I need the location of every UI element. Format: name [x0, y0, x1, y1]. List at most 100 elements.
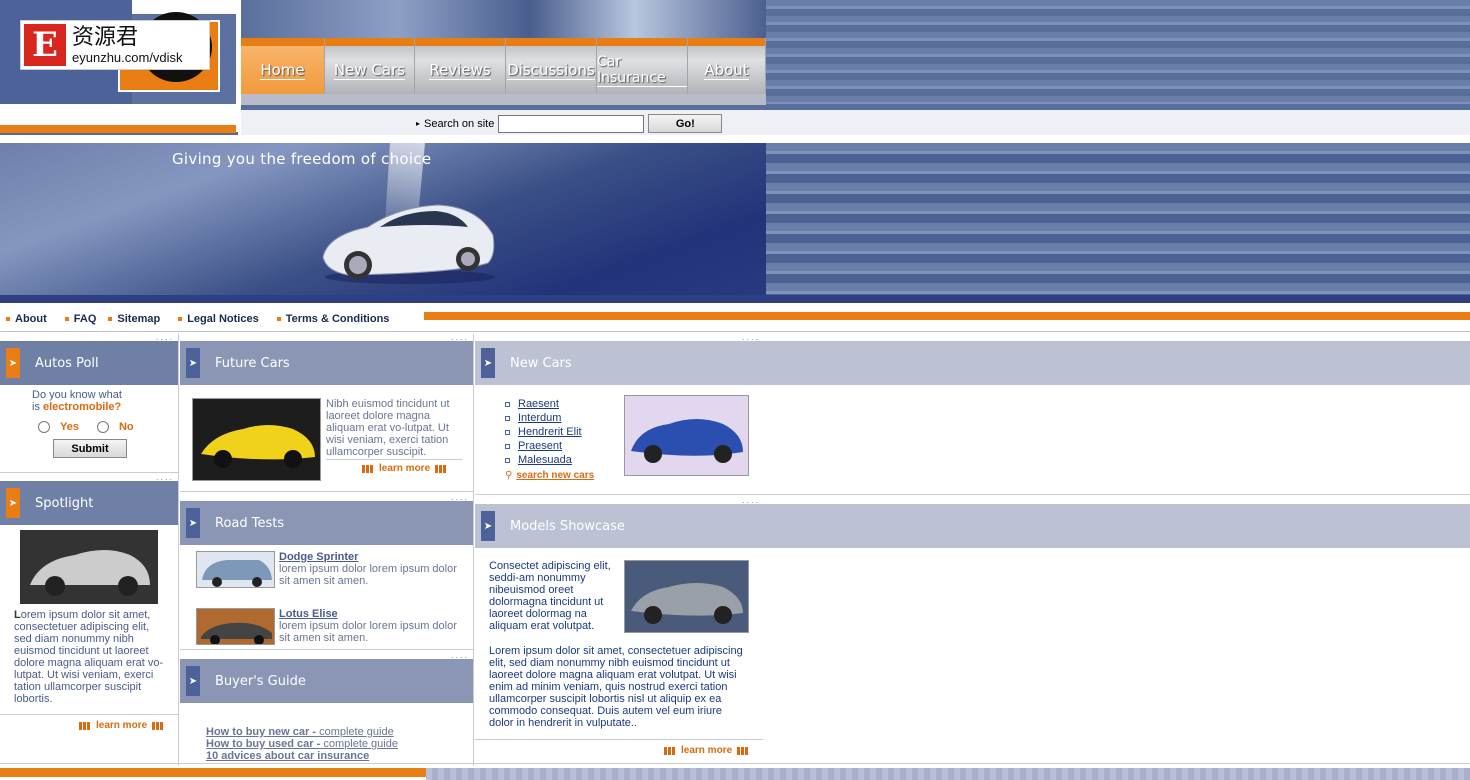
road-test-link-dodge[interactable]: Dodge Sprinter	[279, 551, 461, 563]
search-input[interactable]	[498, 114, 645, 133]
arrow-right-icon: ➤	[186, 666, 200, 696]
watermark-url: eyunzhu.com/vdisk	[72, 49, 183, 65]
banner-stripes	[766, 143, 1470, 295]
square-bullet-icon	[505, 415, 510, 421]
poll-no-radio[interactable]	[96, 421, 109, 433]
nav-discussions[interactable]: Discussions	[506, 38, 597, 94]
new-cars-panel: .... ➤ New Cars Raesent Interdum Hendrer…	[475, 333, 1470, 483]
models-panel: .... ➤ Models Showcase Consectet adipisc…	[475, 496, 1470, 729]
spotlight-learn-more[interactable]: learn more	[79, 720, 165, 731]
future-cars-header: ➤ Future Cars	[180, 341, 473, 385]
spotlight-car-image	[20, 530, 158, 604]
square-bullet-icon	[505, 457, 510, 463]
new-car-link[interactable]: Praesent	[518, 439, 562, 453]
header-car-image	[241, 0, 766, 38]
subnav-terms-label: Terms & Conditions	[285, 313, 390, 325]
guide-link-new-car[interactable]: How to buy new car - complete guide	[206, 726, 473, 738]
new-car-link[interactable]: Malesuada	[518, 453, 572, 467]
search-new-cars-link[interactable]: ⚲ search new cars	[505, 469, 624, 483]
search-icon: ⚲	[505, 470, 513, 481]
nav-reviews[interactable]: Reviews	[415, 38, 506, 94]
nav-car-insurance[interactable]: Car Insurance	[597, 38, 688, 94]
search-form: ▸ Search on site Go!	[416, 114, 723, 133]
new-car-link[interactable]: Hendrerit Elit	[518, 425, 582, 439]
divider	[0, 331, 1470, 332]
grid-icon	[737, 746, 750, 755]
future-car-image	[192, 398, 321, 481]
square-bullet-icon	[505, 429, 510, 435]
road-test-text: lorem ipsum dolor lorem ipsum dolor sit …	[279, 563, 457, 587]
road-test-link-lotus[interactable]: Lotus Elise	[279, 608, 461, 620]
spotlight-title: Spotlight	[35, 495, 94, 511]
arrow-right-icon: ➤	[186, 348, 200, 378]
spotlight-initial: L	[14, 609, 21, 621]
divider	[180, 649, 473, 650]
models-title: Models Showcase	[510, 518, 625, 534]
models-intro-text: Consectet adipiscing elit, seddi-am nonu…	[489, 560, 611, 632]
spotlight-text: Lorem ipsum dolor sit amet, consectetuer…	[0, 604, 178, 705]
poll-yes-label: Yes	[60, 421, 79, 433]
search-go-button[interactable]: Go!	[648, 114, 723, 133]
nav-about[interactable]: About	[688, 38, 766, 94]
banner-tagline: Giving you the freedom of choice	[172, 150, 432, 168]
grid-icon	[664, 746, 676, 755]
guide-link-new-car-title: How to buy new car -	[206, 726, 320, 738]
column-divider	[178, 334, 179, 766]
new-cars-header: ➤ New Cars	[475, 341, 1470, 385]
secondary-nav: About FAQ Sitemap Legal Notices Terms & …	[6, 313, 389, 325]
nav-reviews-label: Reviews	[429, 60, 491, 80]
grid-icon	[152, 721, 165, 730]
nav-new-cars-label: New Cars	[333, 60, 406, 80]
arrow-right-icon: ➤	[186, 508, 200, 538]
poll-question-line1: Do you know what	[32, 389, 122, 401]
guide-link-insurance[interactable]: 10 advices about car insurance	[206, 750, 473, 762]
new-car-link[interactable]: Raesent	[518, 397, 559, 411]
subnav-legal-notices[interactable]: Legal Notices	[178, 313, 259, 325]
subnav-faq[interactable]: FAQ	[64, 313, 96, 325]
poll-header: ➤ Autos Poll	[0, 341, 178, 385]
spotlight-header: ➤ Spotlight	[0, 481, 178, 525]
buyers-guide-links: How to buy new car - complete guide How …	[180, 703, 473, 762]
nav-car-insurance-label: Car Insurance	[597, 54, 687, 87]
models-learn-more[interactable]: learn more	[664, 745, 750, 756]
new-cars-list: Raesent Interdum Hendrerit Elit Praesent…	[505, 397, 624, 483]
footer-stripes	[426, 768, 1470, 780]
square-bullet-icon	[505, 443, 510, 449]
nav-home[interactable]: Home	[241, 38, 325, 94]
poll-yes-radio[interactable]	[38, 421, 50, 433]
guide-link-used-car[interactable]: How to buy used car - complete guide	[206, 738, 473, 750]
new-car-link[interactable]: Interdum	[518, 411, 561, 425]
nav-underbar	[241, 94, 766, 105]
banner-bottom-bar	[0, 295, 1470, 303]
road-test-item: Dodge Sprinter lorem ipsum dolor lorem i…	[180, 545, 473, 588]
subnav-about[interactable]: About	[6, 313, 47, 325]
header-stripes	[766, 0, 1470, 104]
watermark-logo-icon: E	[24, 24, 66, 66]
subnav-terms[interactable]: Terms & Conditions	[276, 313, 390, 325]
road-tests-header: ➤ Road Tests	[180, 501, 473, 545]
guide-link-used-car-title: How to buy used car -	[206, 738, 324, 750]
nav-new-cars[interactable]: New Cars	[325, 38, 415, 94]
divider	[0, 472, 178, 473]
banner-car-image	[322, 204, 495, 284]
future-learn-more[interactable]: learn more	[362, 463, 448, 474]
models-learn-more-label: learn more	[681, 745, 733, 756]
models-header: ➤ Models Showcase	[475, 504, 1470, 548]
nav-about-label: About	[704, 60, 749, 80]
poll-panel: .... ➤ Autos Poll Do you know what is el…	[0, 333, 178, 458]
subnav-sitemap[interactable]: Sitemap	[108, 313, 160, 325]
road-test-text: lorem ipsum dolor lorem ipsum dolor sit …	[279, 620, 457, 644]
guide-link-new-car-suffix: complete guide	[319, 726, 394, 738]
arrow-right-icon: ➤	[481, 348, 495, 378]
road-test-item: Lotus Elise lorem ipsum dolor lorem ipsu…	[180, 588, 473, 645]
divider	[326, 459, 462, 460]
future-learn-more-label: learn more	[379, 463, 431, 474]
arrow-right-icon: ➤	[6, 488, 20, 518]
nav-discussions-label: Discussions	[507, 60, 595, 80]
divider	[180, 491, 473, 492]
poll-submit-button[interactable]: Submit	[53, 439, 127, 458]
buyers-guide-title: Buyer's Guide	[215, 673, 306, 689]
subnav-legal-label: Legal Notices	[187, 313, 259, 325]
road-tests-title: Road Tests	[215, 515, 285, 531]
guide-link-insurance-title: 10 advices about car insurance	[206, 750, 370, 762]
